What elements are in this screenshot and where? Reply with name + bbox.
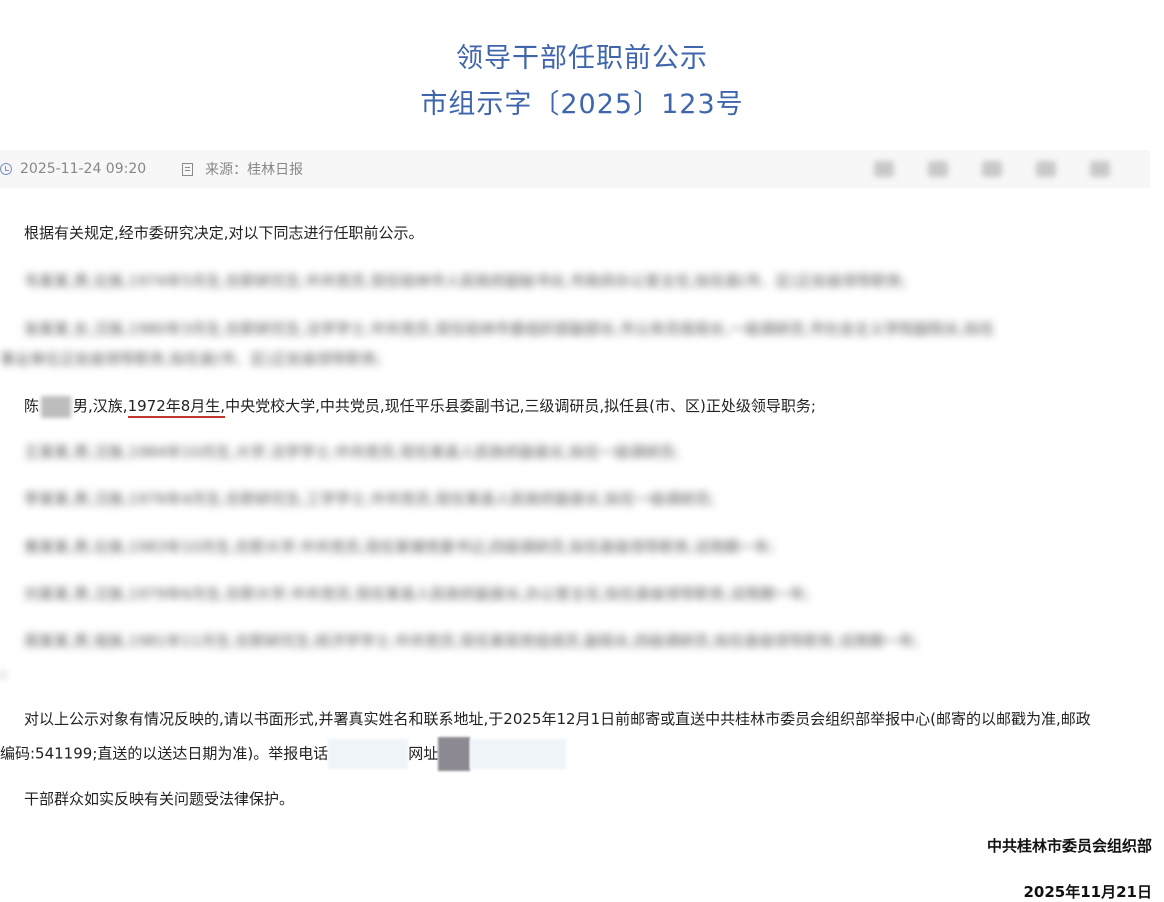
protection-paragraph: 干部群众如实反映有关问题受法律保护。 xyxy=(24,790,295,808)
blurred-entry-7: 刘某某,男,汉族,1979年6月生,在职大学,中共党员,现任某县人民政府副县长,… xyxy=(24,585,810,603)
toolbar-button-5[interactable] xyxy=(1090,161,1110,177)
intro-paragraph: 根据有关规定,经市委研究决定,对以下同志进行任职前公示。 xyxy=(24,224,424,242)
toolbar-button-2[interactable] xyxy=(928,161,948,177)
candidate-entry: 陈 男,汉族,1972年8月生,中央党校大学,中共党员,现任平乐县委副书记,三级调… xyxy=(0,395,1164,418)
publish-time: 2025-11-24 09:20 xyxy=(0,161,146,177)
blurred-entry-8-cont: 。 xyxy=(0,662,16,680)
share-toolbar xyxy=(874,161,1110,177)
toolbar-button-4[interactable] xyxy=(1036,161,1056,177)
article-source: 来源：桂林日报 xyxy=(146,159,303,179)
source-text: 来源：桂林日报 xyxy=(205,162,304,178)
signature-date: 2025年11月21日 xyxy=(1023,883,1153,901)
blurred-entry-6: 黄某某,男,壮族,1983年10月生,在职大学,中共党员,现任某镇党委书记,四级… xyxy=(24,538,775,556)
report-paragraph: 对以上公示对象有情况反映的,请以书面形式,并署真实姓名和联系地址,于2025年1… xyxy=(24,710,1091,728)
blurred-entry-8: 周某某,男,瑶族,1981年11月生,在职研究生,经济学学士,中共党员,现任某局… xyxy=(24,632,919,650)
candidate-birthdate: 1972年8月生, xyxy=(127,397,226,418)
blurred-entry-5: 李某某,男,汉族,1976年4月生,在职研究生,工学学士,中共党员,现任某县人民… xyxy=(24,490,715,508)
candidate-gender-ethnicity: 男,汉族, xyxy=(73,397,128,415)
page-title: 领导干部任职前公示 xyxy=(456,43,708,74)
blurred-entry-4: 王某某,男,汉族,1984年10月生,大学,法学学士,中共党员,现任某县人民政府… xyxy=(24,443,680,461)
article-meta-bar: 2025-11-24 09:20 来源：桂林日报 xyxy=(0,150,1150,188)
phone-redaction xyxy=(328,739,409,769)
publish-datetime: 2025-11-24 09:20 xyxy=(20,161,147,177)
website-redaction xyxy=(438,737,471,771)
blurred-entry-1: 韦某某,男,壮族,1974年5月生,在职研究生,中共党员,现任桂林市人民政府副秘… xyxy=(24,272,907,290)
blurred-entry-2-cont: 事业单位正处级领导职务,拟任县(市、区)正处级领导职务; xyxy=(0,350,382,368)
clock-icon xyxy=(0,163,12,175)
website-redaction-2 xyxy=(470,739,567,769)
signature-org: 中共桂林市委员会组织部 xyxy=(986,837,1152,855)
toolbar-button-3[interactable] xyxy=(982,161,1002,177)
blurred-entry-2: 张某某,女,汉族,1980年3月生,在职研究生,法学学士,中共党员,现任桂林市委… xyxy=(24,320,995,338)
candidate-details: 中央党校大学,中共党员,现任平乐县委副书记,三级调研员,拟任县(市、区)正处级领… xyxy=(225,397,816,415)
report-website-label: 网址 xyxy=(408,744,439,763)
article-page: 领导干部任职前公示 市组示字〔2025〕123号 2025-11-24 09:2… xyxy=(0,0,1164,902)
toolbar-button-1[interactable] xyxy=(874,161,894,177)
report-paragraph-cont: 编码:541199;直送的以送达日期为准)。举报电话 网址 xyxy=(0,737,1164,771)
document-icon xyxy=(182,162,194,176)
candidate-name-start: 陈 xyxy=(24,397,40,415)
document-number: 市组示字〔2025〕123号 xyxy=(420,89,744,120)
name-redaction xyxy=(41,395,72,418)
report-contact-text: 编码:541199;直送的以送达日期为准)。举报电话 xyxy=(0,744,329,763)
